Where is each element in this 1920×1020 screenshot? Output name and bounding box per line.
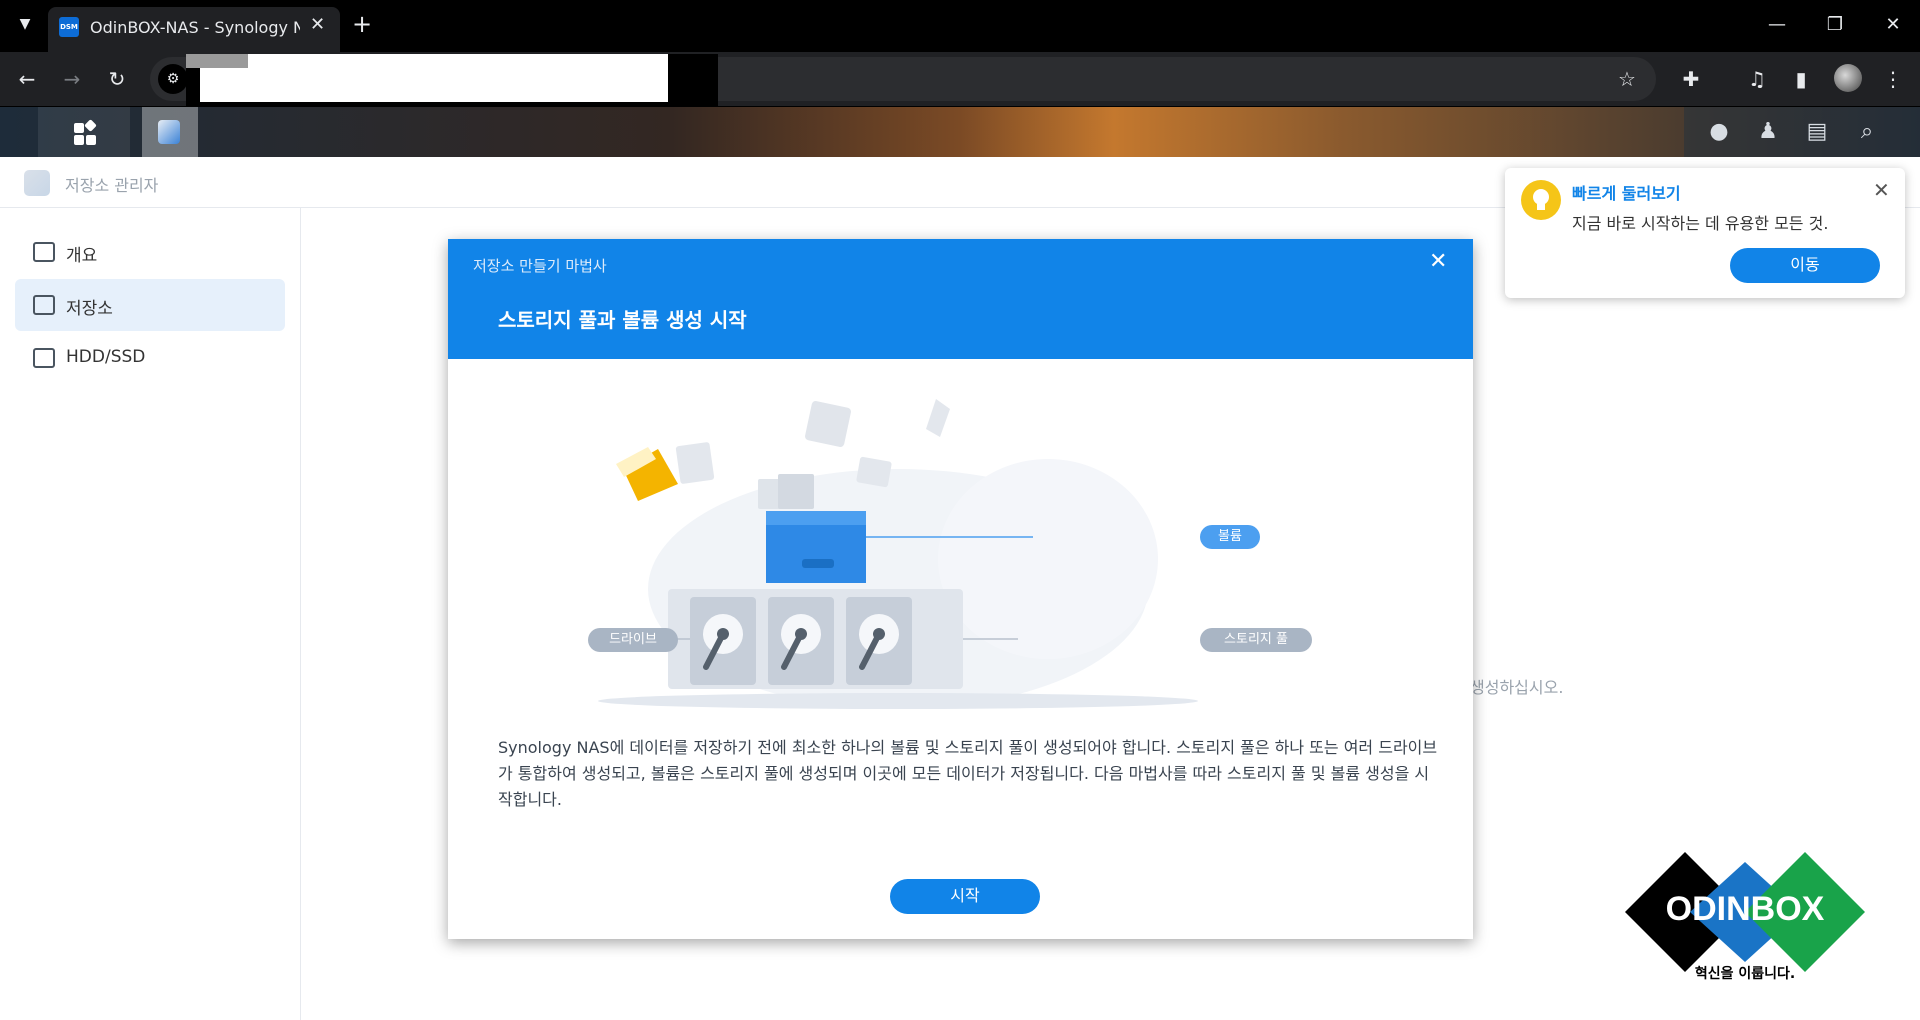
wizard-description: Synology NAS에 데이터를 저장하기 전에 최소한 하나의 볼륨 및 … xyxy=(498,738,1438,809)
widgets-icon[interactable]: ▤ xyxy=(1802,117,1832,147)
storage-manager-icon xyxy=(158,120,180,144)
main-menu-button[interactable] xyxy=(38,107,130,157)
extensions-puzzle-icon[interactable]: ✚ xyxy=(1676,64,1706,94)
wizard-close-icon[interactable]: ✕ xyxy=(1429,249,1447,274)
storage-illustration xyxy=(598,399,1198,709)
window-close-icon[interactable]: ✕ xyxy=(1864,0,1920,50)
file-stack-icon xyxy=(778,474,814,509)
bookmark-star-icon[interactable]: ☆ xyxy=(1612,64,1642,94)
quick-tour-text: 지금 바로 시작하는 데 유용한 모든 것. xyxy=(1572,214,1829,233)
logo-name: ODINBOX xyxy=(1665,890,1825,928)
grid-icon xyxy=(74,123,84,133)
redaction-block xyxy=(200,54,668,102)
rocket-icon xyxy=(926,399,950,437)
volume-box-lid xyxy=(766,511,866,525)
quick-tour-title: 빠르게 둘러보기 xyxy=(1572,184,1681,203)
reload-icon[interactable]: ↻ xyxy=(100,62,134,96)
logo-tagline: 혁신을 이룹니다. xyxy=(1694,966,1796,982)
wizard-header: 저장소 만들기 마법사 ✕ 스토리지 풀과 볼륨 생성 시작 xyxy=(448,239,1473,359)
tab-close-icon[interactable]: ✕ xyxy=(310,14,325,35)
odinbox-logo: ODINBOX 혁신을 이룹니다. xyxy=(1620,850,1870,985)
side-panel-icon[interactable]: ▮ xyxy=(1786,64,1816,94)
volume-box-handle xyxy=(802,559,834,568)
sidebar-item-label: HDD/SSD xyxy=(66,347,146,367)
drive-group xyxy=(690,597,912,685)
sidebar-item-overview[interactable]: 개요 xyxy=(15,226,285,278)
restore-icon[interactable]: ❐ xyxy=(1806,0,1864,50)
chat-bubble-icon[interactable]: ● xyxy=(1704,117,1734,147)
tab-title: OdinBOX-NAS - Synology NAS xyxy=(90,18,300,37)
video-icon xyxy=(856,456,892,488)
new-tab-plus-icon[interactable]: + xyxy=(352,10,372,38)
user-icon[interactable]: ♟ xyxy=(1753,117,1783,147)
back-arrow-icon[interactable]: ← xyxy=(10,62,44,96)
cloud-shape xyxy=(938,459,1158,659)
storage-manager-taskbar-button[interactable] xyxy=(142,107,198,157)
profile-avatar[interactable] xyxy=(1834,64,1862,92)
sidebar-item-hdd-ssd[interactable]: HDD/SSD xyxy=(15,332,285,384)
sidebar: 개요 저장소 HDD/SSD xyxy=(0,208,301,1020)
start-button[interactable]: 시작 xyxy=(890,879,1040,914)
storage-creation-wizard-dialog: 저장소 만들기 마법사 ✕ 스토리지 풀과 볼륨 생성 시작 볼륨 드라이브 스… xyxy=(448,239,1473,939)
volume-label: 볼륨 xyxy=(1200,525,1260,549)
storage-columns-icon xyxy=(33,295,55,315)
sidebar-item-label: 저장소 xyxy=(66,299,113,319)
storage-manager-app-icon xyxy=(24,170,50,196)
storage-pool-label: 스토리지 풀 xyxy=(1200,628,1312,652)
drive-label: 드라이브 xyxy=(588,628,678,652)
app-title: 저장소 관리자 xyxy=(65,176,159,195)
browser-tab-bar: ▼ DSM OdinBOX-NAS - Synology NAS ✕ + — ❐… xyxy=(0,0,1920,52)
quick-tour-toast: 빠르게 둘러보기 지금 바로 시작하는 데 유용한 모든 것. ✕ 이동 xyxy=(1505,168,1905,298)
dsm-right-tray: ● ♟ ▤ ⌕ xyxy=(1684,107,1920,157)
dsm-taskbar: ● ♟ ▤ ⌕ xyxy=(0,107,1920,157)
grid-icon xyxy=(86,135,96,145)
hdd-disk-icon xyxy=(33,348,55,368)
site-info-tune-icon[interactable]: ⚙ xyxy=(158,64,188,94)
search-icon[interactable]: ⌕ xyxy=(1852,117,1882,147)
overview-card-icon xyxy=(33,242,55,262)
lightbulb-icon xyxy=(1521,180,1561,220)
background-hint-text: 생성하십시오. xyxy=(1470,678,1564,697)
dsm-favicon-icon: DSM xyxy=(59,17,79,37)
grid-icon xyxy=(74,135,84,145)
sidebar-item-storage[interactable]: 저장소 xyxy=(15,279,285,331)
wizard-caption: 저장소 만들기 마법사 xyxy=(473,257,607,275)
browser-tab[interactable]: DSM OdinBOX-NAS - Synology NAS ✕ xyxy=(48,7,340,52)
wizard-heading: 스토리지 풀과 볼륨 생성 시작 xyxy=(498,308,747,332)
quick-tour-close-icon[interactable]: ✕ xyxy=(1873,178,1890,202)
forward-arrow-icon[interactable]: → xyxy=(55,62,89,96)
quick-tour-go-button[interactable]: 이동 xyxy=(1730,248,1880,283)
browser-menu-dots-icon[interactable]: ⋮ xyxy=(1878,64,1908,94)
redaction-block xyxy=(186,54,248,68)
minimize-icon[interactable]: — xyxy=(1748,0,1806,50)
app-cube-icon xyxy=(805,401,851,447)
ground-shadow xyxy=(598,693,1198,709)
tab-search-chevron-icon[interactable]: ▼ xyxy=(13,12,37,36)
document-icon xyxy=(675,442,715,484)
grid-icon xyxy=(84,119,97,132)
sidebar-item-label: 개요 xyxy=(66,246,98,266)
media-control-icon[interactable]: ♫ xyxy=(1742,64,1772,94)
